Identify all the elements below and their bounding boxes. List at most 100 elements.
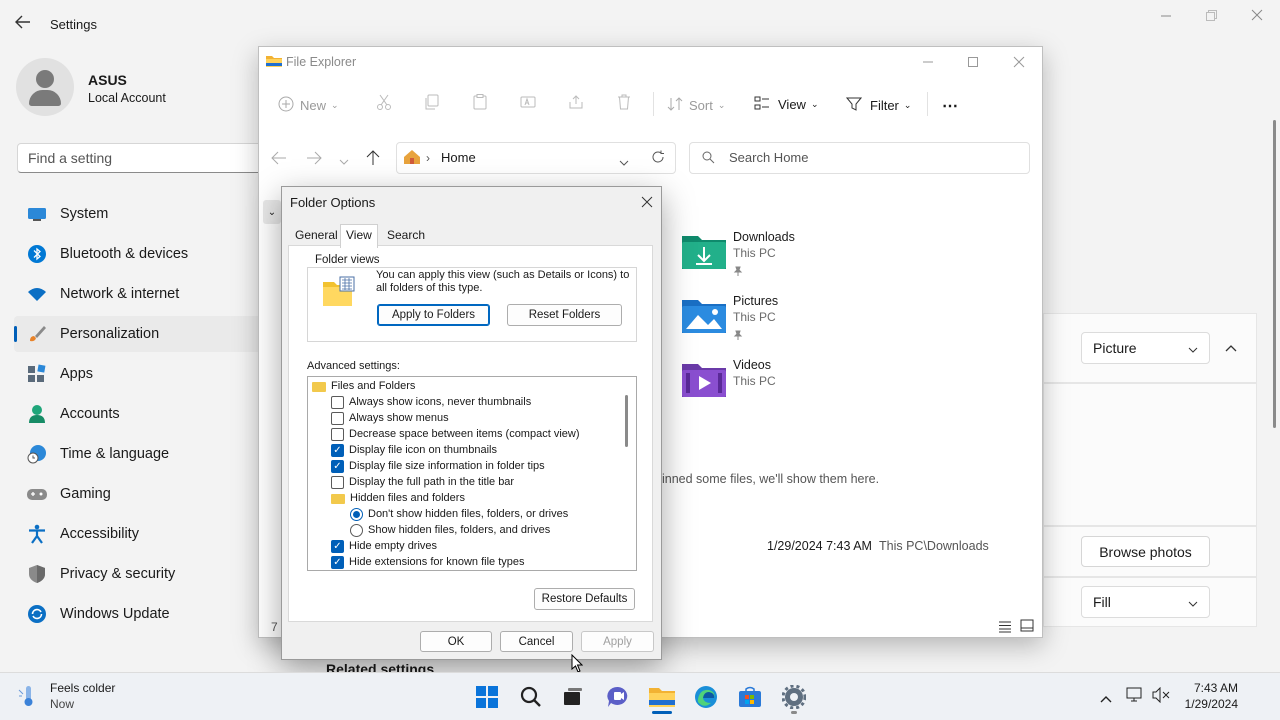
start-icon[interactable] bbox=[474, 684, 500, 710]
recent-locations-icon[interactable] bbox=[339, 154, 349, 170]
teams-chat-icon[interactable] bbox=[605, 684, 631, 710]
list-item[interactable]: Hidden files and folders bbox=[331, 490, 465, 506]
minimize-icon[interactable] bbox=[1160, 8, 1172, 25]
tab-general[interactable]: General bbox=[290, 228, 343, 242]
restore-icon[interactable] bbox=[1205, 8, 1217, 25]
reset-folders-button[interactable]: Reset Folders bbox=[507, 304, 622, 326]
cancel-button[interactable]: Cancel bbox=[500, 631, 573, 652]
store-icon[interactable] bbox=[737, 684, 763, 710]
copy-icon[interactable] bbox=[424, 94, 440, 115]
list-item[interactable]: ✓ Hide empty drives bbox=[331, 538, 437, 554]
advanced-settings-list[interactable]: Files and Folders Always show icons, nev… bbox=[307, 376, 637, 571]
view-button[interactable]: View ⌄ bbox=[754, 96, 819, 113]
nav-time-language[interactable]: Time & language bbox=[14, 436, 264, 472]
details-view-icon[interactable] bbox=[998, 620, 1012, 636]
new-button[interactable]: New ⌄ bbox=[278, 96, 339, 115]
breadcrumb-home[interactable]: Home bbox=[441, 150, 476, 165]
avatar[interactable] bbox=[16, 58, 74, 116]
nav-windows-update[interactable]: Windows Update bbox=[14, 596, 264, 632]
checkbox[interactable] bbox=[331, 475, 344, 489]
nav-apps[interactable]: Apps bbox=[14, 356, 264, 392]
scrollbar[interactable] bbox=[1273, 120, 1276, 428]
checkbox-checked[interactable]: ✓ bbox=[331, 539, 344, 553]
tab-search[interactable]: Search bbox=[382, 228, 430, 242]
network-icon[interactable] bbox=[1126, 687, 1144, 706]
weather-line1[interactable]: Feels colder bbox=[50, 681, 115, 695]
ok-button[interactable]: OK bbox=[420, 631, 492, 652]
checkbox-checked[interactable]: ✓ bbox=[331, 443, 344, 457]
chevron-up-icon[interactable] bbox=[1100, 690, 1112, 706]
browse-photos-button[interactable]: Browse photos bbox=[1081, 536, 1210, 567]
search-icon[interactable] bbox=[518, 684, 544, 710]
paste-icon[interactable] bbox=[472, 94, 488, 115]
address-dropdown-icon[interactable] bbox=[619, 154, 629, 170]
list-item[interactable]: ✓ Display file size information in folder… bbox=[331, 458, 545, 474]
rename-icon[interactable] bbox=[520, 94, 536, 115]
share-icon[interactable] bbox=[568, 94, 584, 115]
edge-icon[interactable] bbox=[693, 684, 719, 710]
list-item[interactable]: Always show menus bbox=[331, 410, 449, 426]
delete-icon[interactable] bbox=[616, 94, 632, 115]
checkbox[interactable] bbox=[331, 427, 344, 441]
list-item[interactable]: ✓ Hide extensions for known file types bbox=[331, 554, 524, 570]
nav-accessibility[interactable]: Accessibility bbox=[14, 516, 264, 552]
pictures-folder-icon[interactable] bbox=[682, 297, 726, 336]
fit-dropdown[interactable]: Fill bbox=[1081, 586, 1210, 618]
close-icon[interactable] bbox=[1251, 8, 1263, 25]
quick-access-name[interactable]: Pictures bbox=[733, 294, 778, 308]
close-icon[interactable] bbox=[1013, 55, 1025, 71]
nav-personalization[interactable]: Personalization bbox=[14, 316, 264, 352]
maximize-icon[interactable] bbox=[967, 55, 979, 71]
checkbox[interactable] bbox=[331, 395, 344, 409]
settings-gear-icon[interactable] bbox=[781, 684, 807, 710]
checkbox-checked[interactable]: ✓ bbox=[331, 459, 344, 473]
forward-arrow-icon[interactable] bbox=[306, 151, 322, 168]
chevron-up-icon[interactable] bbox=[1224, 340, 1238, 356]
background-type-dropdown[interactable]: Picture bbox=[1081, 332, 1210, 364]
list-item[interactable]: Display the full path in the title bar bbox=[331, 474, 514, 490]
quick-access-name[interactable]: Videos bbox=[733, 358, 771, 372]
clock-date[interactable]: 1/29/2024 bbox=[1178, 697, 1238, 711]
sort-button[interactable]: Sort ⌄ bbox=[667, 96, 725, 115]
tab-view[interactable]: View bbox=[340, 224, 378, 248]
more-options-icon[interactable]: ⋯ bbox=[942, 96, 959, 116]
list-item[interactable]: Show hidden files, folders, and drives bbox=[350, 522, 550, 538]
list-item[interactable]: Don't show hidden files, folders, or dri… bbox=[350, 506, 568, 522]
nav-privacy[interactable]: Privacy & security bbox=[14, 556, 264, 592]
list-item[interactable]: Files and Folders bbox=[312, 378, 415, 394]
list-item[interactable]: Always show icons, never thumbnails bbox=[331, 394, 531, 410]
apply-button[interactable]: Apply bbox=[581, 631, 654, 652]
nav-bluetooth[interactable]: Bluetooth & devices bbox=[14, 236, 264, 272]
apply-to-folders-button[interactable]: Apply to Folders bbox=[377, 304, 490, 326]
minimize-icon[interactable] bbox=[922, 54, 934, 70]
address-bar[interactable] bbox=[396, 142, 676, 174]
nav-gaming[interactable]: Gaming bbox=[14, 476, 264, 512]
task-view-icon[interactable] bbox=[560, 684, 586, 710]
back-arrow-icon[interactable] bbox=[14, 14, 32, 35]
cut-icon[interactable] bbox=[376, 94, 392, 115]
restore-defaults-button[interactable]: Restore Defaults bbox=[534, 588, 635, 610]
refresh-icon[interactable] bbox=[651, 150, 665, 167]
nav-accounts[interactable]: Accounts bbox=[14, 396, 264, 432]
file-explorer-icon[interactable] bbox=[649, 684, 675, 710]
downloads-folder-icon[interactable] bbox=[682, 233, 726, 272]
nav-network[interactable]: Network & internet bbox=[14, 276, 264, 312]
volume-muted-icon[interactable] bbox=[1152, 686, 1170, 706]
tiles-view-icon[interactable] bbox=[1020, 619, 1034, 635]
videos-folder-icon[interactable] bbox=[682, 361, 726, 400]
scrollbar-thumb[interactable] bbox=[625, 395, 628, 447]
weather-icon[interactable] bbox=[18, 684, 40, 711]
radio-selected[interactable] bbox=[350, 507, 363, 521]
list-item[interactable]: Decrease space between items (compact vi… bbox=[331, 426, 579, 442]
expand-chevron-icon[interactable]: ⌄ bbox=[263, 200, 281, 224]
up-arrow-icon[interactable] bbox=[366, 150, 380, 169]
list-item[interactable]: ✓ Display file icon on thumbnails bbox=[331, 442, 497, 458]
radio[interactable] bbox=[350, 523, 363, 537]
close-icon[interactable] bbox=[641, 195, 653, 211]
nav-system[interactable]: System bbox=[14, 196, 264, 232]
checkbox[interactable] bbox=[331, 411, 344, 425]
quick-access-name[interactable]: Downloads bbox=[733, 230, 795, 244]
checkbox-checked[interactable]: ✓ bbox=[331, 555, 344, 569]
find-setting-input[interactable]: Find a setting bbox=[17, 143, 267, 173]
back-arrow-icon[interactable] bbox=[271, 151, 287, 168]
